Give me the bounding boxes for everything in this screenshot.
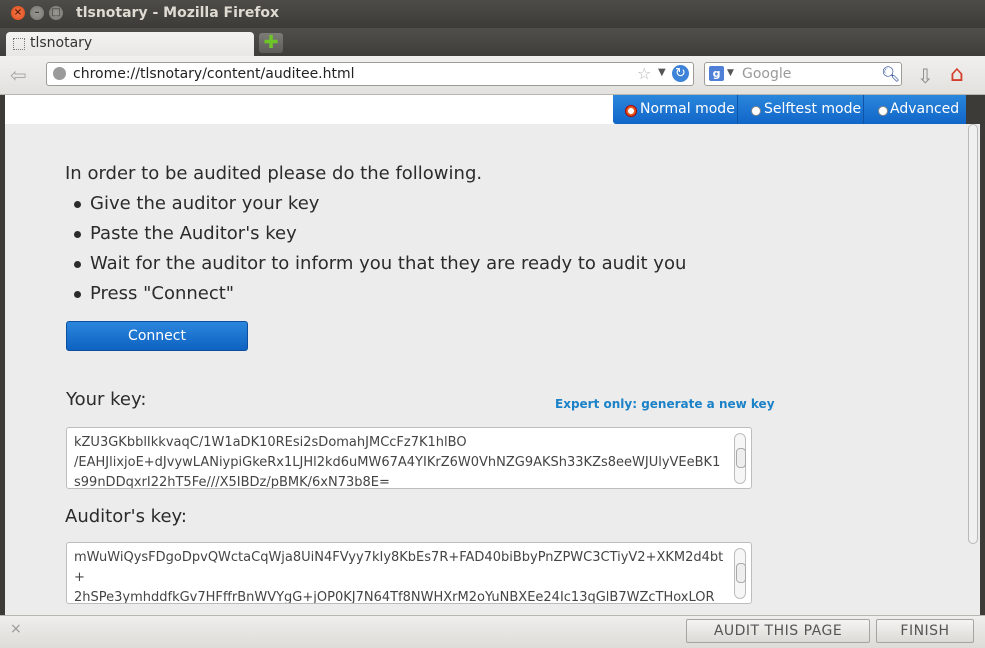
step-item: Press "Connect" bbox=[65, 283, 686, 313]
finish-button[interactable]: FINISH bbox=[876, 619, 974, 643]
search-bar[interactable]: g ▼ Google 🔍︎ bbox=[704, 62, 902, 86]
reload-icon[interactable]: ↻ bbox=[672, 65, 689, 82]
tab-label: tlsnotary bbox=[30, 35, 93, 51]
search-engine-dropdown-icon[interactable]: ▼ bbox=[727, 68, 734, 78]
window-title: tlsnotary - Mozilla Firefox bbox=[76, 5, 280, 21]
page-scrollbar[interactable] bbox=[966, 124, 980, 615]
mode-advanced-label: Advanced bbox=[890, 101, 960, 117]
mode-normal[interactable]: Normal mode bbox=[613, 95, 738, 124]
home-icon[interactable]: ⌂ bbox=[950, 62, 964, 87]
page-favicon-icon bbox=[13, 38, 25, 50]
bookmark-star-icon[interactable]: ☆ bbox=[637, 64, 651, 83]
radio-icon[interactable] bbox=[751, 106, 761, 116]
instruction-steps: Give the auditor your key Paste the Audi… bbox=[65, 193, 686, 313]
auditor-key-value[interactable]: mWuWiQysFDgoDpvQWctaCqWja8UiN4FVyy7kIy8K… bbox=[74, 548, 734, 603]
mode-selector: Normal mode Selftest mode Advanced bbox=[613, 95, 966, 124]
step-item: Give the auditor your key bbox=[65, 193, 686, 223]
your-key-heading: Your key: bbox=[66, 389, 147, 410]
mode-selftest[interactable]: Selftest mode bbox=[738, 95, 864, 124]
step-text: Wait for the auditor to inform you that … bbox=[90, 253, 687, 274]
url-bar[interactable]: chrome://tlsnotary/content/auditee.html … bbox=[46, 62, 694, 86]
mode-advanced[interactable]: Advanced bbox=[864, 95, 966, 124]
radio-icon[interactable] bbox=[878, 106, 888, 116]
close-addon-bar-icon[interactable]: × bbox=[10, 621, 22, 637]
instructions-intro: In order to be audited please do the fol… bbox=[65, 163, 483, 184]
url-text[interactable]: chrome://tlsnotary/content/auditee.html bbox=[73, 66, 355, 82]
textarea-scrollbar[interactable] bbox=[734, 548, 746, 599]
navigation-bar: ⇦ chrome://tlsnotary/content/auditee.htm… bbox=[0, 56, 985, 95]
connect-button[interactable]: Connect bbox=[66, 321, 248, 351]
tab-bar: tlsnotary ✚ bbox=[0, 28, 985, 56]
page-scrollbar-thumb[interactable] bbox=[968, 124, 978, 544]
tab-tlsnotary[interactable]: tlsnotary bbox=[6, 32, 254, 56]
window-maximize-button[interactable]: □ bbox=[49, 6, 63, 20]
new-tab-button[interactable]: ✚ bbox=[259, 33, 283, 53]
your-key-textarea[interactable]: kZU3GKbblIkkvaqC/1W1aDK10REsi2sDomahJMCc… bbox=[66, 427, 752, 489]
scrollbar-thumb[interactable] bbox=[736, 563, 746, 583]
step-item: Wait for the auditor to inform you that … bbox=[65, 253, 686, 283]
bullet-icon bbox=[74, 291, 81, 298]
auditor-key-textarea[interactable]: mWuWiQysFDgoDpvQWctaCqWja8UiN4FVyy7kIy8K… bbox=[66, 542, 752, 604]
search-icon[interactable]: 🔍︎ bbox=[881, 65, 900, 83]
search-input[interactable]: Google bbox=[742, 66, 791, 82]
mode-selftest-label: Selftest mode bbox=[764, 101, 862, 117]
bullet-icon bbox=[74, 231, 81, 238]
url-history-dropdown-icon[interactable]: ▼ bbox=[658, 67, 666, 78]
bullet-icon bbox=[74, 201, 81, 208]
generate-new-key-link[interactable]: Expert only: generate a new key bbox=[555, 397, 775, 411]
back-arrow-icon[interactable]: ⇦ bbox=[10, 65, 27, 85]
page-content: Normal mode Selftest mode Advanced In or… bbox=[5, 95, 966, 615]
textarea-scrollbar[interactable] bbox=[734, 433, 746, 484]
window-close-button[interactable]: × bbox=[11, 6, 25, 20]
step-text: Paste the Auditor's key bbox=[90, 223, 297, 244]
title-bar: × – □ tlsnotary - Mozilla Firefox bbox=[0, 0, 985, 28]
step-text: Give the auditor your key bbox=[90, 193, 320, 214]
site-identity-icon[interactable] bbox=[53, 67, 66, 80]
addon-bar: × AUDIT THIS PAGE FINISH bbox=[0, 615, 985, 648]
window-minimize-button[interactable]: – bbox=[30, 6, 44, 20]
bullet-icon bbox=[74, 261, 81, 268]
radio-selected-icon[interactable] bbox=[626, 106, 636, 116]
downloads-icon[interactable]: ⇩ bbox=[917, 64, 934, 88]
step-text: Press "Connect" bbox=[90, 283, 235, 304]
auditor-key-heading: Auditor's key: bbox=[65, 506, 187, 527]
step-item: Paste the Auditor's key bbox=[65, 223, 686, 253]
mode-normal-label: Normal mode bbox=[640, 101, 735, 117]
your-key-value[interactable]: kZU3GKbblIkkvaqC/1W1aDK10REsi2sDomahJMCc… bbox=[74, 433, 734, 488]
audit-this-page-button[interactable]: AUDIT THIS PAGE bbox=[686, 619, 870, 643]
scrollbar-thumb[interactable] bbox=[736, 448, 746, 468]
search-engine-icon[interactable]: g bbox=[709, 66, 724, 81]
